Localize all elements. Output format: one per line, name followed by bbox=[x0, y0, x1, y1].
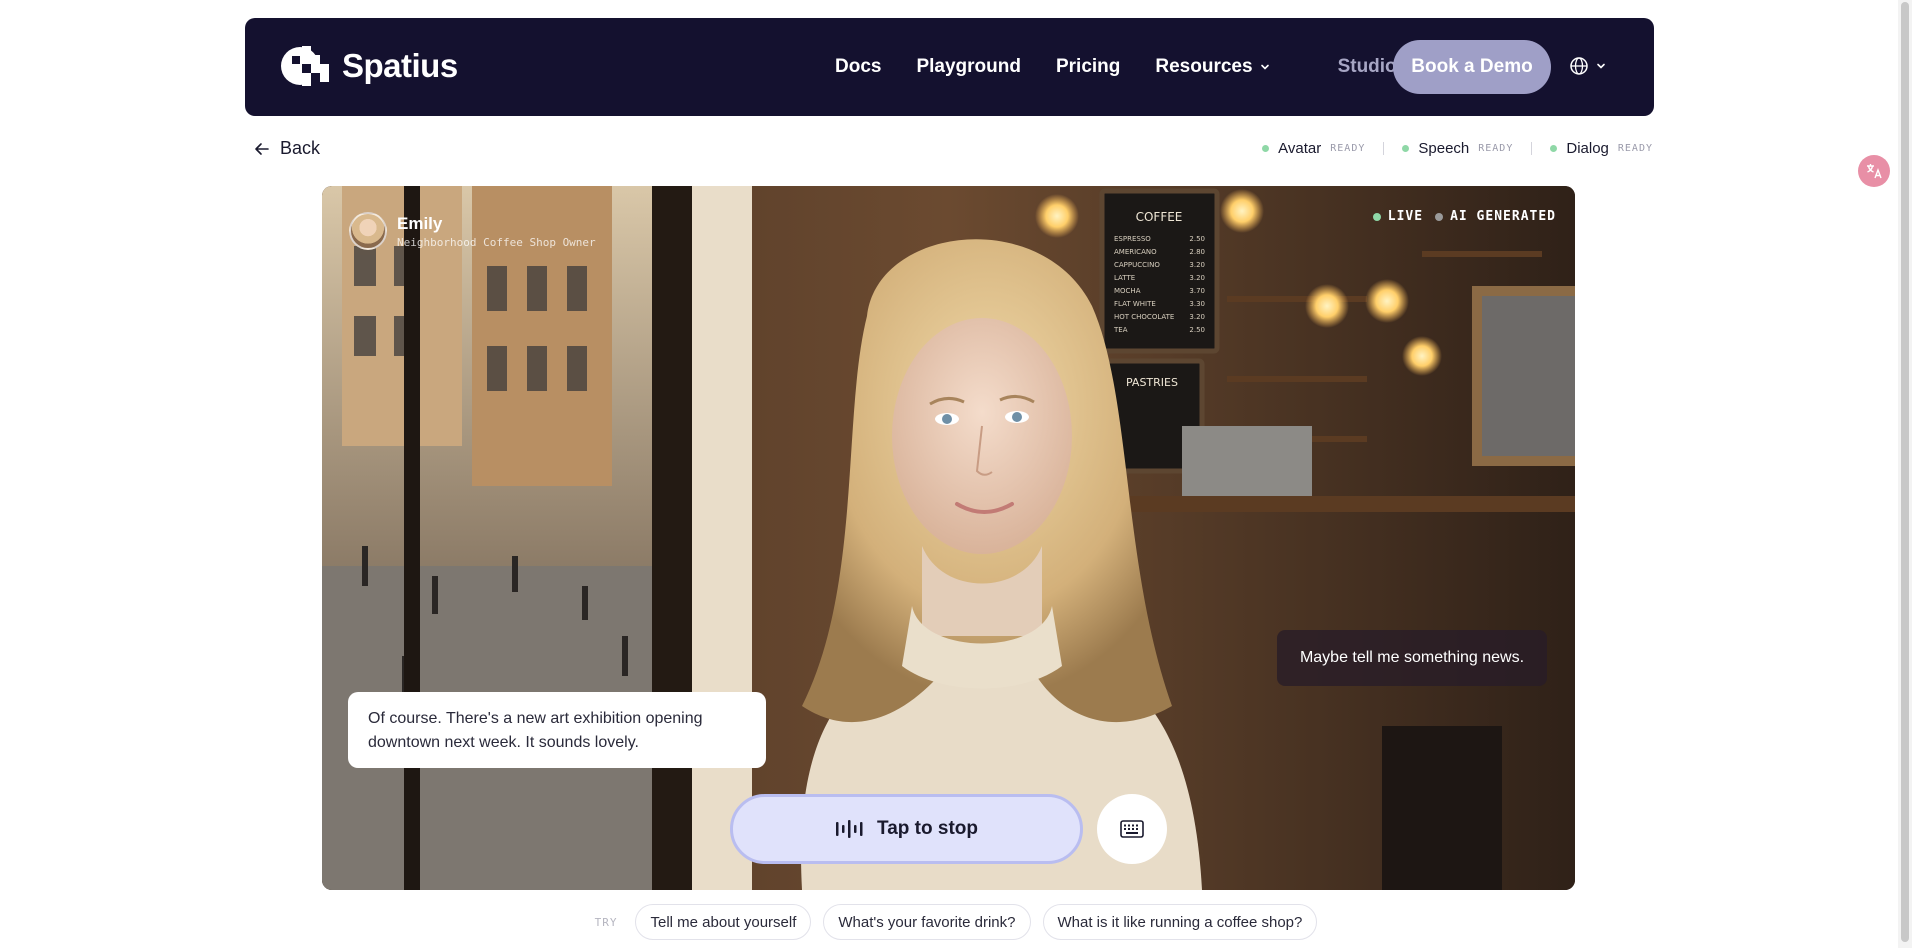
suggestion-row: TRY Tell me about yourself What's your f… bbox=[0, 904, 1912, 940]
scrollbar-thumb[interactable] bbox=[1901, 2, 1909, 942]
try-label: TRY bbox=[594, 915, 618, 929]
nav-links: Docs Playground Pricing Resources Studio bbox=[835, 18, 1427, 116]
status-state: READY bbox=[1478, 143, 1514, 154]
menu-price: 3.20 bbox=[1189, 313, 1205, 321]
suggestion-chip[interactable]: What's your favorite drink? bbox=[823, 904, 1031, 940]
menu-item: ESPRESSO bbox=[1114, 235, 1151, 243]
persona-role: Neighborhood Coffee Shop Owner bbox=[397, 235, 596, 249]
assistant-message-bubble: Of course. There's a new art exhibition … bbox=[348, 692, 766, 768]
ai-dot bbox=[1435, 212, 1444, 221]
avatar-video-stage[interactable]: COFFEE ESPRESSO 2.50 AMERICANO 2.80 CAPPUCCI… bbox=[322, 186, 1575, 890]
brand-name: Spatius bbox=[342, 47, 458, 84]
brand-logo[interactable]: Spatius bbox=[280, 44, 458, 88]
back-link[interactable]: Back bbox=[254, 138, 320, 159]
tap-to-stop-button[interactable]: Tap to stop bbox=[730, 794, 1083, 864]
language-selector[interactable] bbox=[1569, 56, 1607, 76]
stop-label: Tap to stop bbox=[877, 818, 978, 839]
divider bbox=[1383, 142, 1385, 155]
status-name: Avatar bbox=[1278, 140, 1322, 157]
live-label: LIVE bbox=[1387, 209, 1424, 224]
menu-item: HOT CHOCOLATE bbox=[1114, 313, 1174, 321]
avatar bbox=[349, 212, 387, 250]
status-state: READY bbox=[1617, 143, 1653, 154]
nav-resources[interactable]: Resources bbox=[1155, 56, 1270, 78]
menu-price: 2.80 bbox=[1189, 248, 1205, 256]
status-dot bbox=[1402, 145, 1410, 152]
nav-resources-label: Resources bbox=[1155, 56, 1253, 77]
nav-playground[interactable]: Playground bbox=[916, 56, 1021, 78]
user-message-bubble: Maybe tell me something news. bbox=[1277, 630, 1547, 686]
suggestion-chip[interactable]: Tell me about yourself bbox=[635, 904, 812, 940]
menu-price: 2.50 bbox=[1189, 235, 1205, 243]
status-dot bbox=[1262, 145, 1270, 152]
logo-mark-icon bbox=[281, 46, 329, 86]
keyboard-icon bbox=[1120, 820, 1144, 838]
menu-price: 3.30 bbox=[1189, 300, 1205, 308]
nav-studio[interactable]: Studio bbox=[1338, 56, 1397, 78]
persona-card: Emily Neighborhood Coffee Shop Owner bbox=[349, 212, 596, 250]
ai-generated-badge: AI GENERATED bbox=[1435, 209, 1556, 224]
chevron-down-icon bbox=[1260, 64, 1269, 70]
translate-extension-button[interactable] bbox=[1858, 155, 1890, 187]
menu-item: AMERICANO bbox=[1114, 248, 1157, 256]
menu-price: 3.70 bbox=[1189, 287, 1205, 295]
suggestion-chip[interactable]: What is it like running a coffee shop? bbox=[1042, 904, 1318, 940]
menu-item: MOCHA bbox=[1114, 287, 1141, 295]
menu-price: 2.50 bbox=[1189, 326, 1205, 334]
menu-title: COFFEE bbox=[1136, 210, 1183, 224]
live-dot bbox=[1372, 212, 1381, 221]
stream-tags: LIVE AI GENERATED bbox=[1372, 209, 1556, 224]
persona-name: Emily bbox=[397, 213, 443, 233]
nav-docs[interactable]: Docs bbox=[835, 56, 881, 78]
book-demo-button[interactable]: Book a Demo bbox=[1393, 40, 1551, 94]
status-dot bbox=[1550, 145, 1558, 152]
globe-icon bbox=[1570, 57, 1588, 75]
menu-price: 3.20 bbox=[1189, 261, 1205, 269]
menu-price: 3.20 bbox=[1189, 274, 1205, 282]
ai-generated-label: AI GENERATED bbox=[1450, 209, 1556, 224]
page: Spatius Docs Playground Pricing Resource… bbox=[0, 0, 1912, 948]
status-name: Dialog bbox=[1566, 140, 1609, 157]
page-scrollbar[interactable] bbox=[1898, 0, 1912, 948]
waveform-icon bbox=[836, 820, 863, 838]
status-dialog: Dialog READY bbox=[1550, 140, 1653, 157]
arrow-left-icon bbox=[255, 142, 269, 155]
translate-icon bbox=[1867, 164, 1882, 179]
menu-item: CAPPUCCINO bbox=[1114, 261, 1160, 269]
keyboard-input-button[interactable] bbox=[1097, 794, 1167, 864]
status-speech: Speech READY bbox=[1402, 140, 1513, 157]
nav-pricing[interactable]: Pricing bbox=[1056, 56, 1120, 78]
service-status-bar: Avatar READY Speech READY Dialog READY bbox=[1262, 140, 1653, 157]
menu-item: TEA bbox=[1113, 326, 1128, 334]
chevron-down-icon bbox=[1597, 63, 1605, 69]
avatar-video-frame: COFFEE ESPRESSO 2.50 AMERICANO 2.80 CAPPUCCI… bbox=[322, 186, 1575, 890]
pastry-title: PASTRIES bbox=[1126, 376, 1178, 389]
back-label: Back bbox=[280, 138, 321, 158]
status-avatar: Avatar READY bbox=[1262, 140, 1365, 157]
live-badge: LIVE bbox=[1372, 209, 1424, 224]
menu-item: FLAT WHITE bbox=[1114, 300, 1156, 308]
menu-item: LATTE bbox=[1114, 274, 1135, 282]
top-nav: Spatius Docs Playground Pricing Resource… bbox=[245, 18, 1654, 116]
status-name: Speech bbox=[1418, 140, 1470, 157]
status-state: READY bbox=[1330, 143, 1366, 154]
divider bbox=[1531, 142, 1533, 155]
